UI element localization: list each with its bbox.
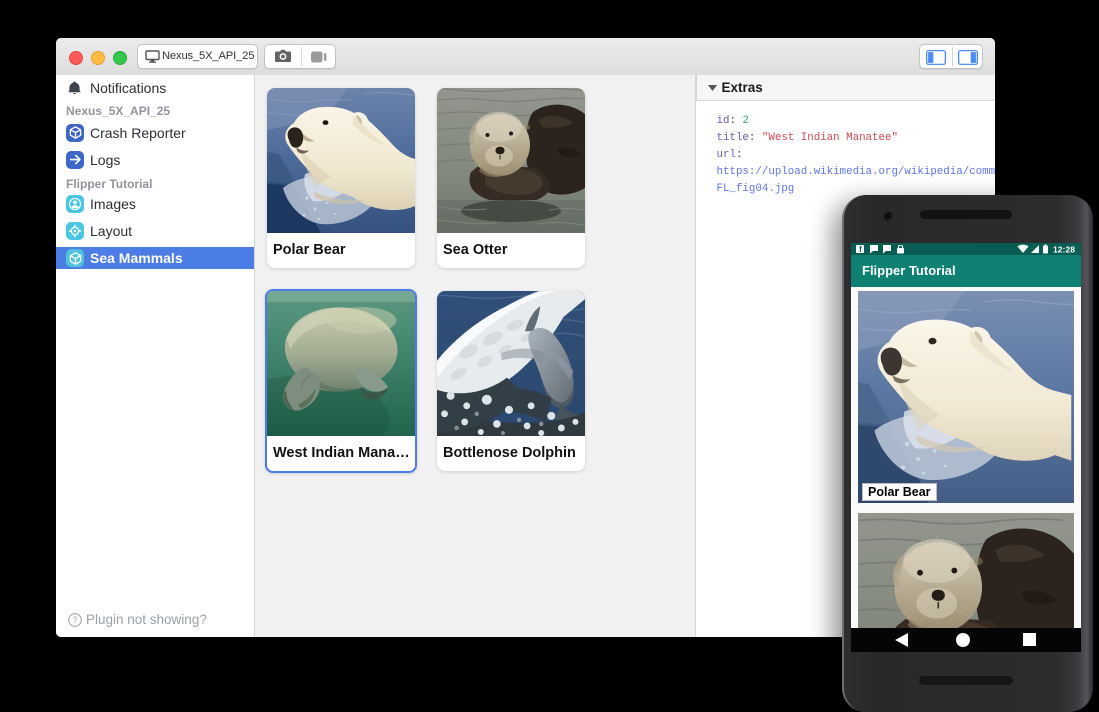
- svg-text:12:28: 12:28: [1053, 245, 1075, 255]
- svg-text:f: f: [859, 245, 862, 254]
- svg-text:?: ?: [72, 615, 77, 625]
